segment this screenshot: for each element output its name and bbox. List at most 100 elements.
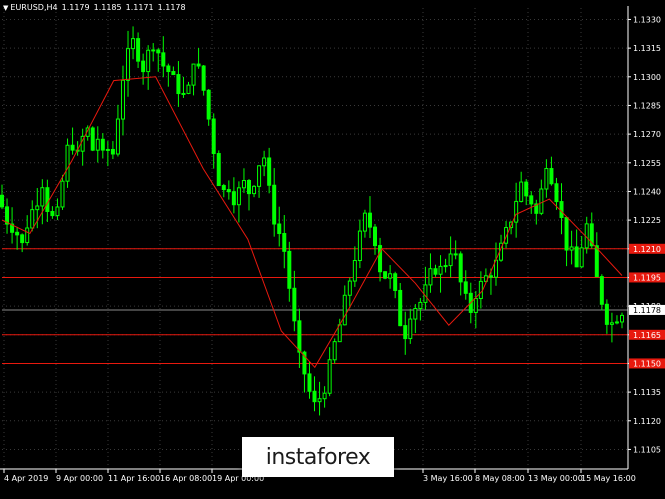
candlestick[interactable] — [90, 126, 95, 152]
candle-body-bull — [262, 157, 267, 167]
candle-body-bear — [297, 320, 302, 353]
candle-body-bull — [322, 392, 327, 400]
candlestick[interactable] — [65, 138, 70, 188]
ohlc-high: 1.1185 — [93, 3, 122, 12]
time-tick-label: 13 May 00:00 — [528, 474, 583, 483]
candle-body-bear — [246, 179, 251, 195]
candle-body-bull — [151, 49, 156, 52]
level-tag-label: 1.1165 — [633, 331, 661, 340]
ohlc-low: 1.1171 — [125, 3, 154, 12]
watermark-brand: instaforex — [265, 444, 371, 470]
candle-body-bull — [544, 168, 549, 190]
candle-body-bull — [388, 273, 393, 279]
candle-body-bear — [393, 273, 398, 291]
price-tick-label: 1.1120 — [633, 417, 661, 426]
candle-body-bear — [110, 148, 115, 155]
candle-body-bull — [25, 227, 30, 244]
candle-body-bear — [211, 118, 216, 155]
current-price-label: 1.1178 — [633, 306, 661, 315]
candle-body-bull — [614, 321, 619, 324]
candle-body-bull — [609, 322, 614, 325]
level-tag-label: 1.1195 — [633, 273, 661, 282]
price-tick-label: 1.1270 — [633, 130, 661, 139]
price-tick-label: 1.1285 — [633, 101, 661, 110]
candle-body-bull — [352, 260, 357, 282]
candle-body-bull — [347, 280, 352, 296]
candle-body-bull — [95, 138, 100, 151]
candle-body-bull — [362, 212, 367, 232]
candle-body-bear — [231, 191, 236, 206]
price-tick-label: 1.1315 — [633, 44, 661, 53]
candle-body-bull — [241, 179, 246, 189]
price-chart[interactable]: 1.1330 1.1315 1.1300 1.1285 1.1270 1.1255 1.12… — [0, 0, 665, 499]
candle-body-bear — [196, 63, 201, 67]
time-tick-label: 3 May 16:00 — [423, 474, 473, 483]
candle-body-bear — [20, 234, 25, 244]
candle-body-bear — [549, 168, 554, 185]
candle-body-bull — [357, 230, 362, 262]
candle-body-bear — [221, 185, 226, 191]
time-tick-label: 4 Apr 2019 — [4, 474, 48, 483]
candle-body-bull — [105, 148, 110, 151]
candle-body-bull — [514, 200, 519, 223]
candlestick[interactable] — [383, 271, 388, 280]
candle-body-bull — [327, 359, 332, 394]
ohlc-close: 1.1178 — [157, 3, 186, 12]
candle-body-bear — [488, 275, 493, 278]
candle-body-bull — [423, 284, 428, 303]
candle-body-bull — [131, 38, 136, 50]
candle-body-bear — [156, 49, 161, 54]
candle-body-bear — [594, 245, 599, 278]
symbol-timeframe: EURUSD,H4 — [10, 3, 58, 12]
candle-body-bear — [206, 89, 211, 120]
candle-body-bear — [201, 65, 206, 91]
candle-body-bear — [90, 127, 95, 151]
candle-body-bear — [166, 65, 171, 73]
price-tick-label: 1.1225 — [633, 216, 661, 225]
candle-body-bull — [317, 398, 322, 403]
candle-body-bear — [564, 217, 569, 251]
candle-body-bear — [367, 212, 372, 228]
candle-body-bull — [478, 280, 483, 299]
candle-body-bear — [282, 233, 287, 252]
candlestick[interactable] — [216, 150, 221, 187]
candle-body-bear — [403, 325, 408, 340]
candle-body-bear — [226, 189, 231, 193]
candle-body-bear — [574, 246, 579, 268]
candlestick[interactable] — [332, 338, 337, 364]
candle-body-bull — [120, 79, 125, 120]
candle-body-bear — [524, 181, 529, 197]
candle-body-bull — [115, 118, 120, 155]
candle-body-bull — [519, 181, 524, 202]
candle-body-bear — [373, 226, 378, 247]
candle-body-bull — [60, 180, 65, 208]
candle-body-bull — [181, 92, 186, 95]
price-tick-label: 1.1255 — [633, 159, 661, 168]
candle-body-bear — [277, 223, 282, 235]
candle-body-bull — [539, 188, 544, 214]
candle-body-bull — [408, 318, 413, 340]
candle-body-bear — [0, 194, 4, 208]
time-tick-label: 16 Apr 08:00 — [160, 474, 212, 483]
candle-body-bull — [35, 205, 40, 211]
candle-body-bear — [559, 201, 564, 219]
level-tag-label: 1.1210 — [633, 245, 661, 254]
candle-body-bear — [312, 390, 317, 403]
candle-body-bear — [161, 52, 166, 67]
candle-body-bear — [458, 253, 463, 283]
symbol-header: ▼ EURUSD,H4 1.1179 1.1185 1.1171 1.1178 — [3, 3, 186, 13]
price-tick-label: 1.1300 — [633, 73, 661, 82]
candle-body-bear — [171, 71, 176, 76]
candle-body-bear — [50, 210, 55, 217]
candle-body-bear — [292, 287, 297, 322]
candle-body-bull — [257, 165, 262, 187]
candle-body-bull — [342, 294, 347, 326]
candle-body-bear — [433, 268, 438, 275]
candle-body-bear — [554, 183, 559, 203]
ohlc-open: 1.1179 — [61, 3, 90, 12]
dropdown-arrow-icon[interactable]: ▼ — [3, 4, 8, 12]
candle-body-bull — [448, 253, 453, 267]
candle-body-bear — [15, 231, 20, 236]
chart-window[interactable]: 1.1330 1.1315 1.1300 1.1285 1.1270 1.1255 1.12… — [0, 0, 665, 499]
candle-body-bull — [428, 268, 433, 286]
